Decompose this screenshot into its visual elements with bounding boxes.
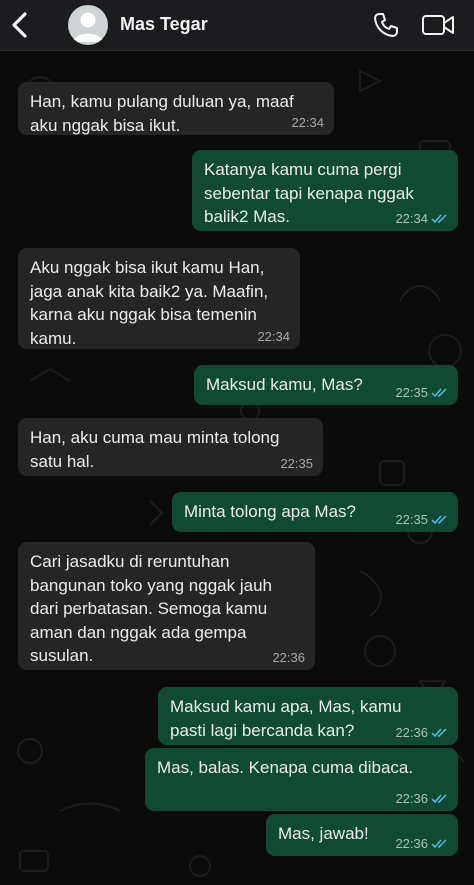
message-time: 22:36 [272,650,305,665]
message-text: Han, aku cuma mau minta tolong satu hal. [30,428,280,471]
incoming-message[interactable]: Han, aku cuma mau minta tolong satu hal.… [18,418,323,476]
chat-header: Mas Tegar [0,0,474,51]
double-check-read-icon [431,515,447,525]
double-check-read-icon [431,388,447,398]
incoming-message[interactable]: Aku nggak bisa ikut kamu Han, jaga anak … [18,248,300,349]
chat-area[interactable]: Han, kamu pulang duluan ya, maaf aku ngg… [0,51,474,885]
incoming-message[interactable]: Cari jasadku di reruntuhan bangunan toko… [18,542,315,670]
message-time: 22:34 [257,329,290,344]
message-text: Han, kamu pulang duluan ya, maaf aku ngg… [30,92,294,135]
message-text: Mas, balas. Kenapa cuma dibaca. [157,758,414,777]
message-time: 22:34 [291,115,324,130]
outgoing-message[interactable]: Katanya kamu cuma pergi sebentar tapi ke… [192,150,458,231]
message-text: Cari jasadku di reruntuhan bangunan toko… [30,552,272,665]
back-chevron-icon[interactable] [6,10,34,40]
message-time: 22:35 [395,513,448,526]
outgoing-message[interactable]: Minta tolong apa Mas? 22:35 [172,492,458,532]
video-camera-icon[interactable] [421,13,455,37]
outgoing-message[interactable]: Mas, balas. Kenapa cuma dibaca. 22:36 [145,748,458,811]
double-check-read-icon [431,214,447,224]
message-text: Aku nggak bisa ikut kamu Han, jaga anak … [30,258,269,348]
incoming-message[interactable]: Han, kamu pulang duluan ya, maaf aku ngg… [18,82,334,135]
outgoing-message[interactable]: Maksud kamu apa, Mas, kamu pasti lagi be… [158,687,458,745]
double-check-read-icon [431,728,447,738]
message-time: 22:35 [280,456,313,471]
message-time: 22:36 [395,726,448,739]
double-check-read-icon [431,839,447,849]
outgoing-message[interactable]: Maksud kamu, Mas? 22:35 [194,365,458,405]
contact-name[interactable]: Mas Tegar [120,14,208,35]
message-time: 22:36 [395,837,448,850]
double-check-read-icon [431,794,447,804]
message-time: 22:35 [395,386,448,399]
avatar[interactable] [68,5,108,45]
message-time: 22:36 [395,792,448,805]
message-time: 22:34 [395,212,448,225]
avatar-placeholder-icon [73,12,103,42]
outgoing-message[interactable]: Mas, jawab! 22:36 [266,814,458,856]
phone-icon[interactable] [372,11,400,39]
